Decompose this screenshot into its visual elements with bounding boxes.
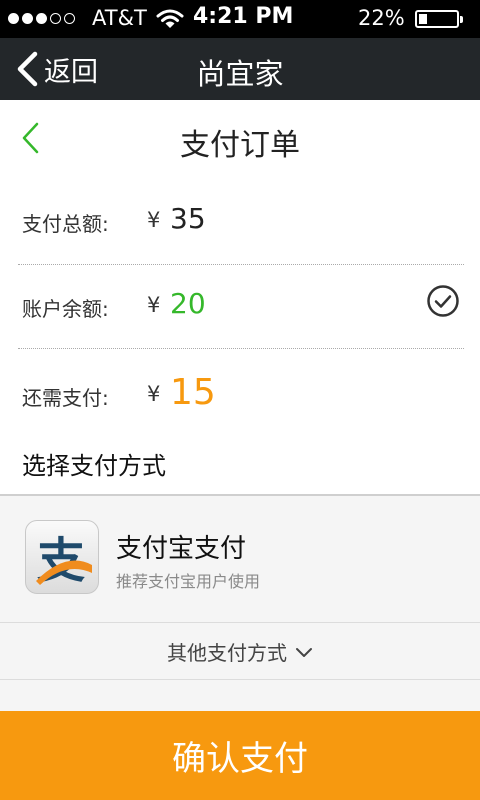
remaining-label: 还需支付: [22,386,109,410]
status-bar: AT&T 4:21 PM 22% [0,0,480,38]
wifi-icon [156,9,184,28]
nav-title: 尚宜家 [196,57,284,91]
balance-row[interactable]: 账户余额: ¥ 20 [22,281,462,331]
alipay-description: 推荐支付宝用户使用 [116,572,261,591]
divider [0,622,480,623]
other-payment-methods-label: 其他支付方式 [167,641,287,665]
remaining-row: 还需支付: ¥ 15 [22,370,462,420]
total-label: 支付总额: [22,212,109,236]
remaining-amount: 15 [170,372,216,413]
balance-amount: 20 [170,287,206,320]
total-row: 支付总额: ¥ 35 [22,196,462,246]
battery-percentage: 22% [358,6,405,30]
carrier-name: AT&T [92,6,147,30]
divider [0,679,480,680]
alipay-name: 支付宝支付 [116,534,247,564]
total-currency: ¥ [147,208,161,232]
confirm-payment-button[interactable]: 确认支付 [0,711,480,800]
divider [18,348,464,349]
order-panel: 支付订单 支付总额: ¥ 35 账户余额: ¥ 20 还需支付: ¥ 15 选择… [0,100,480,494]
select-payment-heading: 选择支付方式 [22,452,166,480]
signal-strength-icon [8,13,75,24]
navigation-bar: 返回 尚宜家 [0,38,480,100]
divider [18,264,464,265]
balance-currency: ¥ [147,293,161,317]
balance-label: 账户余额: [22,297,109,321]
alipay-option[interactable]: 支 支付宝支付 推荐支付宝用户使用 [0,496,480,622]
battery-icon [415,10,463,28]
status-time: 4:21 PM [193,4,294,29]
alipay-logo-icon: 支 [25,520,99,594]
page-title: 支付订单 [180,128,300,163]
total-amount: 35 [170,202,206,235]
other-payment-methods-toggle[interactable]: 其他支付方式 [0,624,480,679]
remaining-currency: ¥ [147,382,161,406]
balance-check-icon[interactable] [426,284,460,318]
chevron-down-icon [296,647,312,657]
